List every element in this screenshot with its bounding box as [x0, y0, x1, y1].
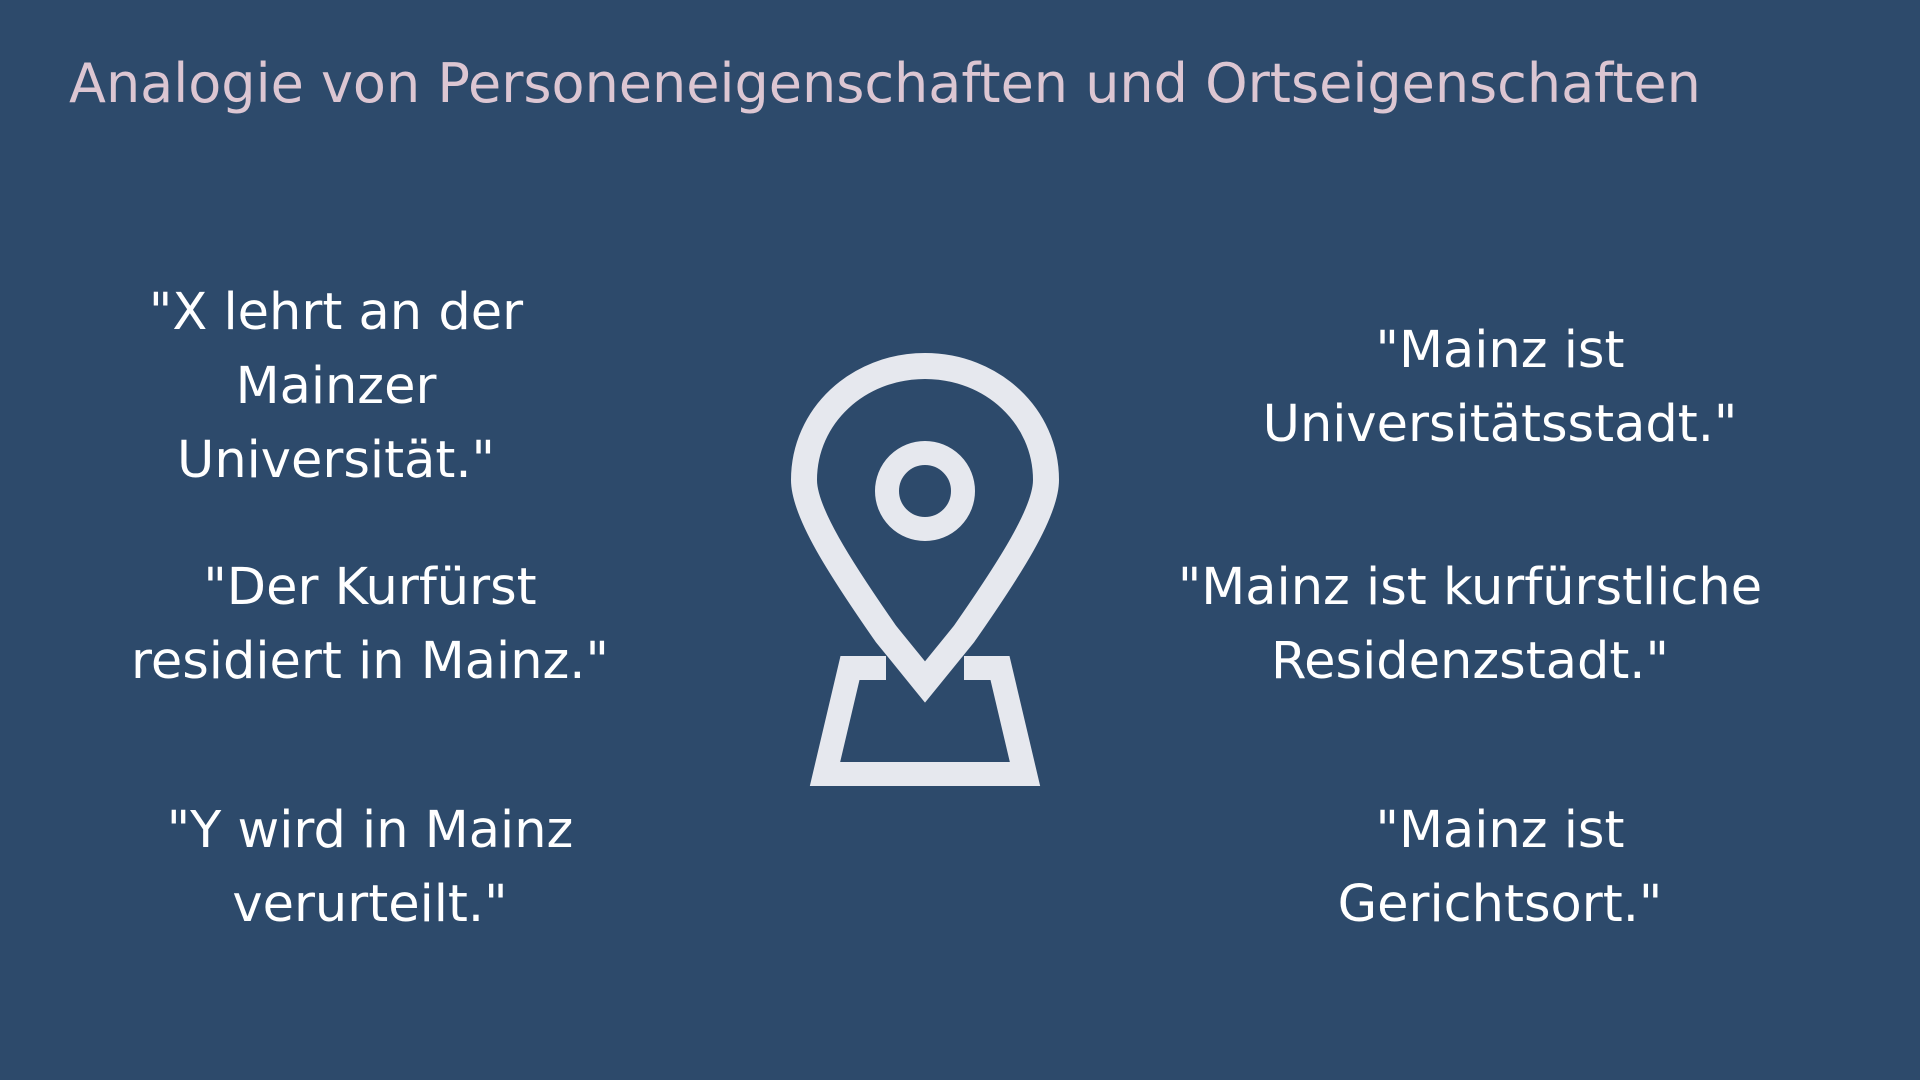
quote-line: "Mainz ist [1375, 801, 1625, 860]
quote-line: Universität." [176, 431, 495, 490]
quote-line: residiert in Mainz." [131, 632, 609, 691]
place-property-university-town: "Mainz ist Universitätsstadt." [1240, 314, 1760, 462]
quote-line: Universitätsstadt." [1262, 395, 1738, 454]
quote-line: Gerichtsort." [1337, 875, 1663, 934]
place-property-court-town: "Mainz ist Gerichtsort." [1240, 794, 1760, 942]
map-pin-icon [790, 352, 1060, 788]
person-property-university: "X lehrt an der Mainzer Universität." [108, 276, 564, 498]
slide-title: Analogie von Personeneigenschaften und O… [69, 52, 1701, 115]
quote-line: Residenzstadt." [1271, 632, 1669, 691]
person-property-residence: "Der Kurfürst residiert in Mainz." [70, 551, 670, 699]
quote-line: Mainzer [235, 357, 437, 416]
place-property-residence-town: "Mainz ist kurfürstliche Residenzstadt." [1160, 551, 1780, 699]
quote-line: verurteilt." [232, 875, 508, 934]
person-property-court: "Y wird in Mainz verurteilt." [140, 794, 600, 942]
quote-line: "Y wird in Mainz [166, 801, 574, 860]
quote-line: "X lehrt an der [148, 283, 524, 342]
quote-line: "Mainz ist kurfürstliche [1177, 558, 1763, 617]
quote-line: "Mainz ist [1375, 321, 1625, 380]
quote-line: "Der Kurfürst [203, 558, 537, 617]
